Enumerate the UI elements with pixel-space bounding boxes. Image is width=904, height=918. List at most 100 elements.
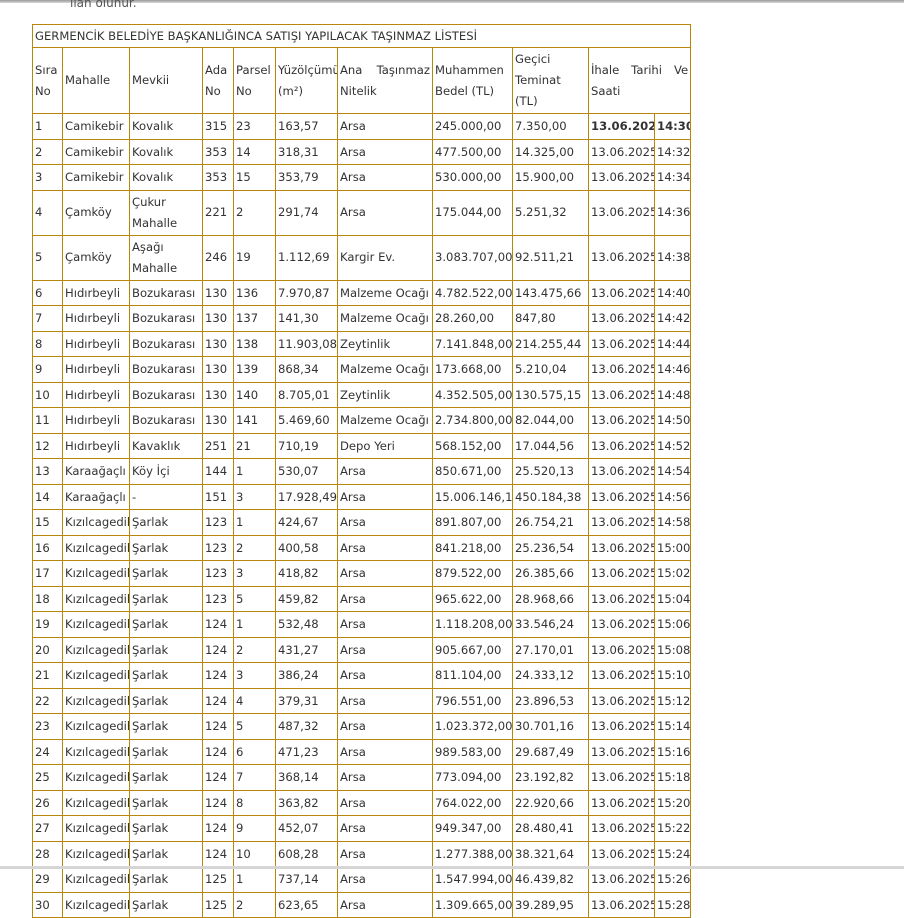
cell-bedel: 989.583,00	[432, 738, 513, 765]
cell-yuzolcumu: 418,82	[275, 560, 338, 587]
cell-mahalle: Çamköy	[62, 189, 130, 236]
table-row: 2 Camikebir Kovalık 353 14 318,31 Arsa 477.500,…	[32, 138, 692, 165]
cell-sira: 23	[32, 713, 63, 740]
table-row: 4 Çamköy Çukur Mahalle 221 2 291,74 Arsa 175.04…	[32, 189, 692, 236]
cell-mahalle: Kızılcagedik	[62, 815, 130, 842]
cell-mevkii: Şarlak	[129, 509, 203, 536]
cell-ada: 130	[202, 330, 234, 357]
cell-nitelik: Arsa	[337, 636, 433, 663]
cell-ada: 130	[202, 381, 234, 408]
cell-mahalle: Camikebir	[62, 138, 130, 165]
cell-mevkii: -	[129, 483, 203, 510]
cell-saat: 14:46	[653, 356, 692, 383]
table-row: 16 Kızılcagedik Şarlak 123 2 400,58 Arsa 841.21…	[32, 534, 692, 561]
table-row: 5 Çamköy Aşağı Mahalle 246 19 1.112,69 Kargir …	[32, 234, 692, 281]
cell-mevkii: Şarlak	[129, 687, 203, 714]
cell-mahalle: Kızılcagedik	[62, 789, 130, 816]
cell-yuzolcumu: 459,82	[275, 585, 338, 612]
cell-mevkii: Şarlak	[129, 891, 203, 918]
cell-saat: 15:10	[653, 662, 692, 689]
cell-saat: 14:42	[653, 305, 692, 332]
cell-saat: 14:48	[653, 381, 692, 408]
header-parsel: Parsel No	[233, 47, 276, 114]
cell-teminat: 214.255,44	[512, 330, 589, 357]
cell-yuzolcumu: 163,57	[275, 113, 338, 140]
cell-ada: 123	[202, 585, 234, 612]
cell-ada: 125	[202, 891, 234, 918]
cell-saat: 14:34	[653, 164, 692, 191]
table-title-row: GERMENCİK BELEDİYE BAŞKANLIĞINCA SATIŞI …	[31, 24, 692, 48]
cell-mevkii: Şarlak	[129, 560, 203, 587]
cell-sira: 17	[32, 560, 63, 587]
table-row: 1 Camikebir Kovalık 315 23 163,57 Arsa 245.000,…	[32, 113, 692, 140]
cell-parsel: 1	[233, 611, 276, 638]
cell-ada: 123	[202, 534, 234, 561]
cell-mevkii: Bozukarası	[129, 381, 203, 408]
cell-sira: 7	[32, 305, 63, 332]
cell-ada: 124	[202, 662, 234, 689]
cell-yuzolcumu: 623,65	[275, 891, 338, 918]
cell-mahalle: Hıdırbeyli	[62, 432, 130, 459]
cell-sira: 16	[32, 534, 63, 561]
cell-teminat: 847,80	[512, 305, 589, 332]
cell-ada: 124	[202, 840, 234, 867]
cell-yuzolcumu: 17.928,49	[275, 483, 338, 510]
cell-teminat: 26.754,21	[512, 509, 589, 536]
cell-parsel: 1	[233, 458, 276, 485]
cell-parsel: 136	[233, 279, 276, 306]
header-yuzolcumu: Yüzölçümü (m²)	[275, 47, 338, 114]
cell-sira: 3	[32, 164, 63, 191]
cell-saat: 14:40	[653, 279, 692, 306]
cell-nitelik: Arsa	[337, 687, 433, 714]
cell-nitelik: Arsa	[337, 458, 433, 485]
cell-parsel: 4	[233, 687, 276, 714]
cell-parsel: 15	[233, 164, 276, 191]
cell-tarih: 13.06.2025	[588, 330, 655, 357]
cell-teminat: 24.333,12	[512, 662, 589, 689]
cell-nitelik: Arsa	[337, 164, 433, 191]
cell-nitelik: Arsa	[337, 483, 433, 510]
cell-bedel: 796.551,00	[432, 687, 513, 714]
cell-parsel: 140	[233, 381, 276, 408]
cell-tarih: 13.06.2025	[588, 687, 655, 714]
cell-mahalle: Hıdırbeyli	[62, 279, 130, 306]
cell-sira: 13	[32, 458, 63, 485]
cell-yuzolcumu: 141,30	[275, 305, 338, 332]
cell-mevkii: Şarlak	[129, 764, 203, 791]
cell-nitelik: Arsa	[337, 789, 433, 816]
cell-mahalle: Kızılcagedik	[62, 585, 130, 612]
cell-parsel: 19	[233, 234, 276, 281]
cell-yuzolcumu: 363,82	[275, 789, 338, 816]
cell-nitelik: Zeytinlik	[337, 330, 433, 357]
cell-bedel: 530.000,00	[432, 164, 513, 191]
cell-yuzolcumu: 318,31	[275, 138, 338, 165]
cell-bedel: 173.668,00	[432, 356, 513, 383]
cell-saat: 15:28	[653, 891, 692, 918]
cell-yuzolcumu: 7.970,87	[275, 279, 338, 306]
cell-nitelik: Arsa	[337, 866, 433, 893]
cell-nitelik: Depo Yeri	[337, 432, 433, 459]
cell-yuzolcumu: 8.705,01	[275, 381, 338, 408]
cell-mevkii: Bozukarası	[129, 407, 203, 434]
cell-ada: 151	[202, 483, 234, 510]
header-nitelik: Ana Taşınmaz Nitelik	[337, 47, 433, 114]
cell-parsel: 3	[233, 483, 276, 510]
cell-teminat: 23.896,53	[512, 687, 589, 714]
cell-saat: 15:08	[653, 636, 692, 663]
cell-ada: 124	[202, 636, 234, 663]
cell-bedel: 2.734.800,00	[432, 407, 513, 434]
cell-mahalle: Kızılcagedik	[62, 891, 130, 918]
cell-saat: 15:18	[653, 764, 692, 791]
cell-tarih: 13.06.2025	[588, 509, 655, 536]
cell-ada: 130	[202, 279, 234, 306]
cell-mevkii: Köy İçi	[129, 458, 203, 485]
cell-nitelik: Arsa	[337, 560, 433, 587]
header-ada: Ada No	[202, 47, 234, 114]
header-mahalle: Mahalle	[62, 47, 130, 114]
cell-yuzolcumu: 487,32	[275, 713, 338, 740]
cell-mevkii: Bozukarası	[129, 305, 203, 332]
cell-teminat: 30.701,16	[512, 713, 589, 740]
cell-mevkii: Kavaklık	[129, 432, 203, 459]
cell-sira: 22	[32, 687, 63, 714]
cell-saat: 14:30	[653, 113, 692, 140]
